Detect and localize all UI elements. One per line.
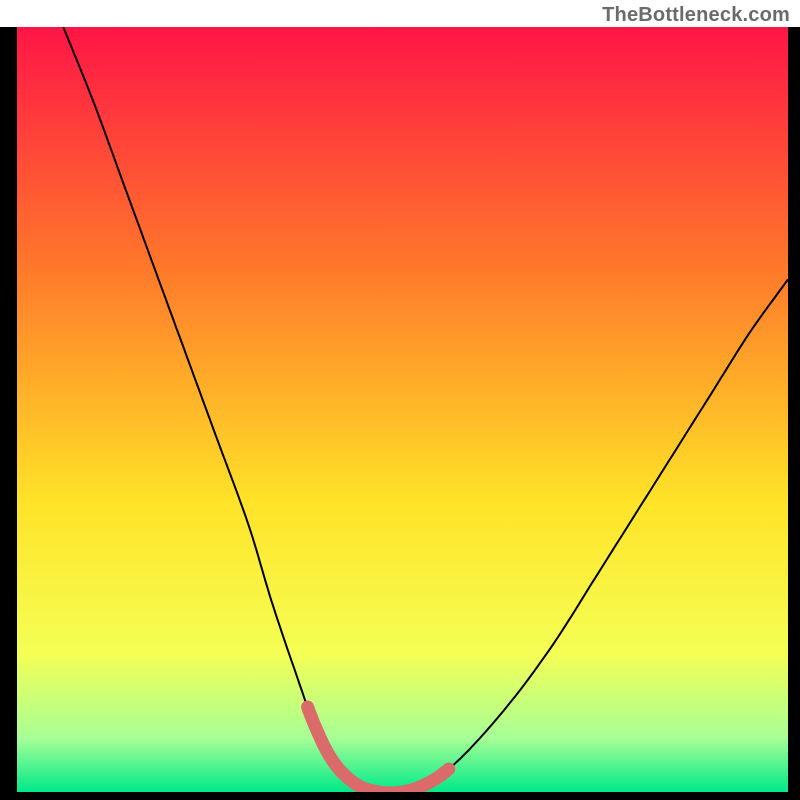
frame-left	[0, 27, 17, 800]
watermark-text: TheBottleneck.com	[602, 4, 790, 27]
frame-bottom	[0, 792, 800, 800]
gradient-background	[17, 27, 788, 792]
bottleneck-chart	[0, 0, 800, 800]
chart-stage: TheBottleneck.com	[0, 0, 800, 800]
frame-right	[788, 27, 800, 800]
